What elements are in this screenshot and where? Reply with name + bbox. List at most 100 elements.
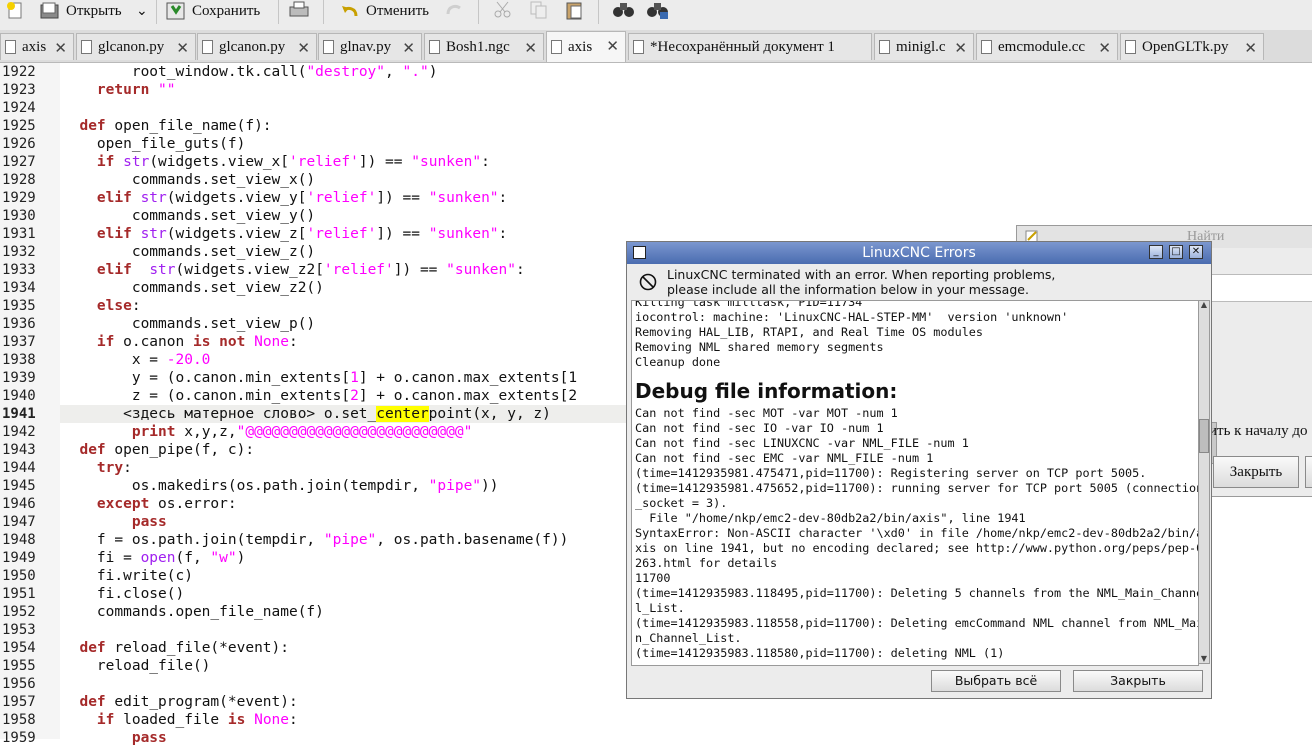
tab-bosh1-ngc[interactable]: Bosh1.ngc ✕: [424, 33, 544, 60]
scroll-up-icon[interactable]: ▲: [1199, 301, 1209, 309]
code-line[interactable]: reload_file(): [62, 657, 211, 675]
tab-opengltk-py[interactable]: OpenGLTk.py ✕: [1120, 33, 1264, 60]
tab-glnav-py[interactable]: glnav.py ✕: [318, 33, 422, 60]
copy-button[interactable]: [528, 0, 550, 20]
code-line[interactable]: print x,y,z,"@@@@@@@@@@@@@@@@@@@@@@@@@": [62, 423, 472, 441]
code-line[interactable]: def edit_program(*event):: [62, 693, 297, 711]
tab-emcmodule-cc[interactable]: emcmodule.cc ✕: [976, 33, 1118, 60]
open-recent-dropdown[interactable]: ⌄: [136, 0, 148, 22]
undo-button[interactable]: Отменить: [340, 0, 429, 22]
line-number: 1954: [2, 640, 36, 656]
find-button[interactable]: [612, 0, 634, 20]
error-log-scrollbar[interactable]: ▲ ▼: [1198, 300, 1210, 664]
wrap-around-checkbox[interactable]: ить к началу до: [1209, 423, 1308, 440]
open-button[interactable]: Открыть: [40, 0, 122, 22]
code-line[interactable]: commands.open_file_name(f): [62, 603, 324, 621]
code-line[interactable]: elif str(widgets.view_z['relief']) == "s…: [62, 225, 507, 243]
code-line[interactable]: def open_pipe(f, c):: [62, 441, 254, 459]
code-line[interactable]: fi.write(c): [62, 567, 193, 585]
paste-button[interactable]: [564, 0, 586, 20]
code-line[interactable]: def reload_file(*event):: [62, 639, 289, 657]
code-line[interactable]: <здесь матерное слово> o.set_centerpoint…: [62, 405, 551, 423]
minimize-button[interactable]: _: [1149, 245, 1163, 259]
tab-glcanon-py[interactable]: glcanon.py ✕: [76, 33, 196, 60]
code-line[interactable]: if loaded_file is None:: [62, 711, 298, 729]
scrollbar-thumb[interactable]: [1199, 419, 1209, 453]
code-line[interactable]: root_window.tk.call("destroy", "."): [62, 63, 438, 81]
new-button[interactable]: [6, 0, 26, 22]
close-icon[interactable]: ✕: [54, 39, 67, 57]
save-label: Сохранить: [192, 2, 261, 19]
line-number: 1955: [2, 658, 36, 674]
code-line[interactable]: else:: [62, 297, 141, 315]
code-line[interactable]: f = os.path.join(tempdir, "pipe", os.pat…: [62, 531, 568, 549]
tab-minigl-c[interactable]: minigl.c ✕: [874, 33, 974, 60]
redo-button[interactable]: [444, 0, 466, 20]
log-line: (time=1412935983.118495,pid=11700): Dele…: [635, 586, 1199, 600]
code-line[interactable]: def open_file_name(f):: [62, 117, 271, 135]
code-line[interactable]: open_file_guts(f): [62, 135, 245, 153]
code-line[interactable]: os.makedirs(os.path.join(tempdir, "pipe"…: [62, 477, 499, 495]
find-replace-icon: [647, 3, 668, 19]
error-log-text[interactable]: Killing task milltask, PID=11734 iocontro…: [631, 300, 1199, 666]
close-icon[interactable]: ✕: [176, 39, 189, 57]
close-icon[interactable]: ✕: [297, 39, 310, 57]
code-line[interactable]: pass: [62, 729, 167, 747]
code-line[interactable]: commands.set_view_z(): [62, 243, 315, 261]
maximize-button[interactable]: □: [1169, 245, 1183, 259]
scissors-icon: [494, 1, 511, 18]
close-icon[interactable]: ✕: [954, 39, 967, 57]
print-button[interactable]: [288, 0, 310, 20]
line-number: 1935: [2, 298, 36, 314]
log-line: Cleanup done: [635, 355, 721, 369]
log-line: (time=1412935983.118580,pid=11700): dele…: [635, 646, 1005, 660]
close-icon[interactable]: ✕: [1244, 39, 1257, 57]
tab-axis[interactable]: axis ✕: [0, 33, 74, 60]
code-line[interactable]: return "": [62, 81, 176, 99]
scroll-down-icon[interactable]: ▼: [1199, 655, 1209, 663]
close-icon[interactable]: ✕: [524, 39, 537, 57]
tab-unsaved-document[interactable]: *Несохранённый документ 1: [628, 33, 872, 60]
code-line[interactable]: commands.set_view_p(): [62, 315, 315, 333]
select-all-button[interactable]: Выбрать всё: [931, 670, 1061, 692]
log-line: Killing task milltask, PID=11734: [635, 300, 863, 309]
code-line[interactable]: fi = open(f, "w"): [62, 549, 245, 567]
error-message-line2: please include all the information below…: [667, 282, 1029, 297]
close-dialog-button[interactable]: Закрыть: [1073, 670, 1203, 692]
line-number: 1927: [2, 154, 36, 170]
close-dialog-label: Закрыть: [1110, 673, 1166, 688]
code-line[interactable]: commands.set_view_y(): [62, 207, 315, 225]
close-icon[interactable]: ✕: [606, 37, 619, 55]
line-number: 1923: [2, 82, 36, 98]
code-line[interactable]: commands.set_view_z2(): [62, 279, 324, 297]
close-icon[interactable]: ✕: [1098, 39, 1111, 57]
log-line: xis on line 1941, but no encoding declar…: [635, 541, 1199, 555]
code-line[interactable]: if str(widgets.view_x['relief']) == "sun…: [62, 153, 490, 171]
code-line[interactable]: y = (o.canon.min_extents[1] + o.canon.ma…: [62, 369, 577, 387]
code-line[interactable]: elif str(widgets.view_z2['relief']) == "…: [62, 261, 525, 279]
log-line: Can not find -sec EMC -var NML_FILE -num…: [635, 451, 934, 465]
find-replace-button[interactable]: [646, 0, 668, 20]
close-icon[interactable]: ✕: [402, 39, 415, 57]
find-close-button[interactable]: Закрыть: [1213, 456, 1299, 488]
close-button[interactable]: ✕: [1189, 245, 1203, 259]
code-line[interactable]: fi.close(): [62, 585, 184, 603]
code-line[interactable]: commands.set_view_x(): [62, 171, 315, 189]
cut-button[interactable]: [492, 0, 514, 20]
line-number: 1933: [2, 262, 36, 278]
line-number: 1931: [2, 226, 36, 242]
dialog-titlebar[interactable]: LinuxCNC Errors _ □ ✕: [627, 242, 1211, 264]
select-all-label: Выбрать всё: [954, 673, 1038, 688]
tab-axis-active[interactable]: axis ✕: [546, 31, 626, 62]
save-button[interactable]: Сохранить: [166, 0, 260, 22]
find-next-button[interactable]: [1305, 456, 1312, 488]
document-icon: [633, 40, 644, 54]
code-line[interactable]: x = -20.0: [62, 351, 211, 369]
code-line[interactable]: except os.error:: [62, 495, 237, 513]
code-line[interactable]: try:: [62, 459, 132, 477]
code-line[interactable]: z = (o.canon.min_extents[2] + o.canon.ma…: [62, 387, 577, 405]
code-line[interactable]: elif str(widgets.view_y['relief']) == "s…: [62, 189, 507, 207]
code-line[interactable]: if o.canon is not None:: [62, 333, 298, 351]
tab-glcanon-py-2[interactable]: glcanon.py ✕: [197, 33, 317, 60]
code-line[interactable]: pass: [62, 513, 167, 531]
